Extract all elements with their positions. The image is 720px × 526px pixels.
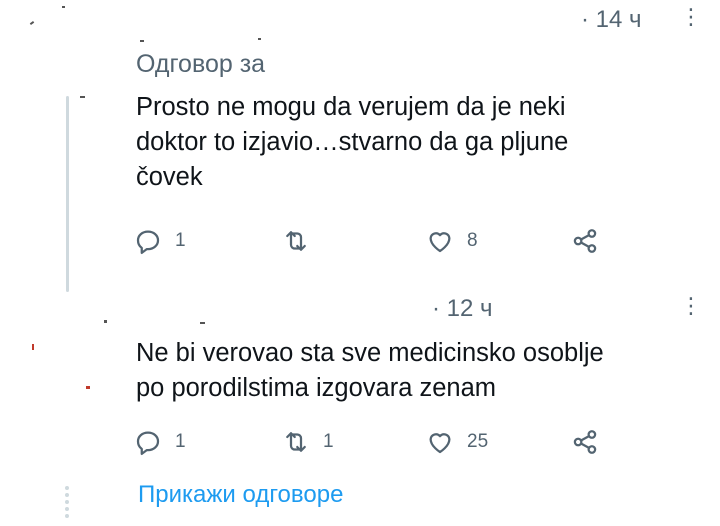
author-name[interactable] xyxy=(135,8,555,42)
share-icon xyxy=(573,430,597,454)
author-name[interactable] xyxy=(135,296,425,330)
tweet-text: Ne bi verovao sta sve medicinsko osoblje… xyxy=(136,336,696,406)
tweet-text-line: doktor to izjavio…stvarno da ga pljune xyxy=(136,128,569,156)
reply-count: 1 xyxy=(175,431,186,452)
timestamp[interactable]: · 12 ч xyxy=(432,295,493,323)
avatar[interactable] xyxy=(22,8,110,96)
reply-to: Одговор за xyxy=(136,50,265,79)
tweet-text-line: Ne bi verovao sta sve medicinsko osoblje xyxy=(136,339,604,367)
thread-line xyxy=(66,96,69,292)
like-icon xyxy=(429,433,451,454)
reply-button[interactable]: 1 xyxy=(133,226,186,256)
share-icon xyxy=(573,229,597,253)
retweet-count: 1 xyxy=(323,431,334,452)
reply-button[interactable]: 1 xyxy=(133,427,186,457)
more-icon[interactable]: ⋮ xyxy=(680,295,702,317)
retweet-icon xyxy=(286,432,306,452)
reply-to-label: Одговор за xyxy=(136,50,266,78)
avatar[interactable] xyxy=(22,300,110,388)
reply-to-handle[interactable] xyxy=(300,50,460,82)
timestamp[interactable]: · 14 ч xyxy=(581,6,642,34)
reply-icon xyxy=(136,230,160,254)
retweet-button[interactable]: 1 xyxy=(281,427,334,457)
retweet-icon xyxy=(286,231,306,251)
like-count: 25 xyxy=(467,431,489,452)
tweet-text-line: po porodilstima izgovara zenam xyxy=(136,374,497,402)
tweet-text: Prosto ne mogu da verujem da je neki dok… xyxy=(136,90,696,195)
thread-dots xyxy=(64,486,70,521)
reply-count: 1 xyxy=(175,230,186,251)
share-button[interactable] xyxy=(570,427,600,457)
like-count: 8 xyxy=(467,230,478,251)
retweet-button[interactable] xyxy=(281,226,323,256)
tweet-text-line: čovek xyxy=(136,163,203,191)
share-button[interactable] xyxy=(570,226,600,256)
reply-icon xyxy=(136,431,160,455)
more-icon[interactable]: ⋮ xyxy=(680,6,702,28)
tweet-text-line: Prosto ne mogu da verujem da je neki xyxy=(136,93,566,121)
like-icon xyxy=(429,232,451,253)
like-button[interactable]: 25 xyxy=(425,427,488,457)
like-button[interactable]: 8 xyxy=(425,226,478,256)
show-replies-link[interactable]: Прикажи одговоре xyxy=(138,481,343,509)
